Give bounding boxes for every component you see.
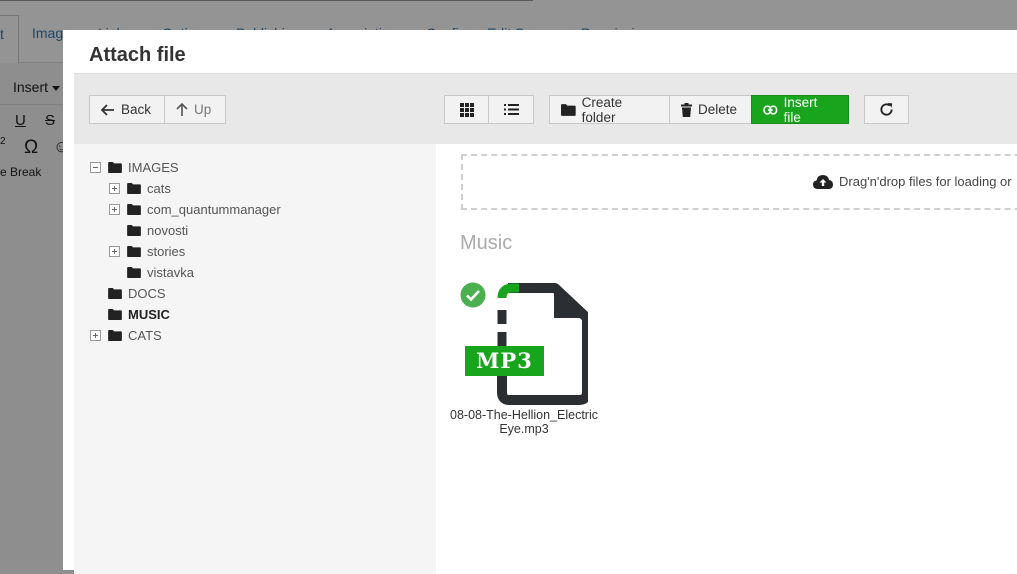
- tree-folder-images[interactable]: IMAGES: [108, 158, 179, 176]
- file-name: 08-08-The-Hellion_Electric Eye.mp3: [450, 408, 598, 436]
- tree-folder-label: MUSIC: [128, 306, 170, 322]
- upload-dropzone[interactable]: Drag'n'drop files for loading or: [461, 154, 1017, 210]
- tree-folder-novosti[interactable]: novosti: [127, 221, 188, 239]
- expand-toggle[interactable]: [109, 204, 120, 215]
- folder-icon: [127, 203, 141, 215]
- tree-folder-label: novosti: [147, 222, 189, 238]
- tree-folder-label: stories: [147, 243, 186, 259]
- dropzone-message: Drag'n'drop files for loading or: [813, 174, 1012, 189]
- folder-icon: [127, 182, 141, 194]
- create-folder-button[interactable]: Create folder: [549, 94, 670, 125]
- grid-view-icon: [459, 102, 474, 117]
- insert-file-button[interactable]: Insert file: [751, 94, 849, 125]
- folder-icon: [108, 161, 122, 173]
- back-button[interactable]: Back: [89, 95, 165, 124]
- expand-toggle[interactable]: [109, 183, 120, 194]
- create-folder-label: Create folder: [581, 94, 623, 125]
- tree-folder-stories[interactable]: stories: [127, 242, 185, 260]
- tree-folder-label: vistavka: [147, 264, 194, 280]
- folder-icon: [127, 245, 141, 257]
- file-item[interactable]: MP3 08-08-The-Hellion_Electric Eye.mp3: [448, 278, 600, 438]
- tree-folder-cats[interactable]: CATS: [108, 326, 162, 344]
- arrow-up-icon: [176, 102, 188, 116]
- folder-icon: [127, 266, 141, 278]
- current-folder-title: Music: [460, 232, 513, 254]
- tree-folder-label: IMAGES: [128, 159, 179, 175]
- file-browser: Drag'n'drop files for loading or Music M…: [436, 144, 1017, 574]
- folder-icon: [108, 287, 122, 299]
- refresh-icon: [880, 102, 893, 116]
- attach-file-modal: Attach file Back Up Create folder Delete…: [63, 30, 1017, 574]
- tree-folder-music[interactable]: MUSIC: [108, 305, 170, 323]
- tree-folder-label: DOCS: [128, 285, 166, 301]
- folder-icon: [108, 329, 122, 341]
- expand-toggle[interactable]: [90, 330, 101, 341]
- tree-folder-label: cats: [147, 180, 171, 196]
- tree-folder-label: CATS: [128, 327, 162, 343]
- folder-icon: [561, 103, 576, 116]
- up-button[interactable]: Up: [164, 95, 226, 124]
- tree-folder-vistavka[interactable]: vistavka: [127, 263, 194, 281]
- insert-file-label: Insert file: [783, 94, 818, 125]
- grid-view-button[interactable]: [444, 95, 489, 124]
- list-view-icon: [503, 104, 519, 115]
- link-icon: [763, 104, 778, 115]
- collapse-toggle[interactable]: [90, 162, 101, 173]
- tree-folder-label: com_quantummanager: [147, 201, 281, 217]
- expand-toggle[interactable]: [109, 246, 120, 257]
- cloud-upload-icon: [813, 174, 833, 189]
- up-label: Up: [194, 102, 212, 117]
- refresh-button[interactable]: [864, 95, 909, 124]
- folder-tree: IMAGES cats com_quantummanagernovosti stori…: [74, 144, 436, 574]
- list-view-button[interactable]: [488, 95, 534, 124]
- file-manager-toolbar: Back Up Create folder Delete Insert file: [74, 73, 1017, 145]
- tree-folder-com_quantummanager[interactable]: com_quantummanager: [127, 200, 281, 218]
- arrow-left-icon: [101, 103, 114, 116]
- delete-button[interactable]: Delete: [669, 95, 752, 124]
- tree-folder-cats[interactable]: cats: [127, 179, 171, 197]
- modal-title: Attach file: [89, 44, 186, 66]
- folder-icon: [108, 308, 122, 320]
- delete-label: Delete: [698, 102, 738, 117]
- selected-check-icon: [460, 282, 486, 308]
- dropzone-text: Drag'n'drop files for loading or: [839, 174, 1012, 189]
- folder-icon: [127, 224, 141, 236]
- trash-icon: [681, 102, 692, 117]
- back-label: Back: [121, 102, 152, 117]
- file-type-label: MP3: [476, 348, 533, 373]
- tree-folder-docs[interactable]: DOCS: [108, 284, 166, 302]
